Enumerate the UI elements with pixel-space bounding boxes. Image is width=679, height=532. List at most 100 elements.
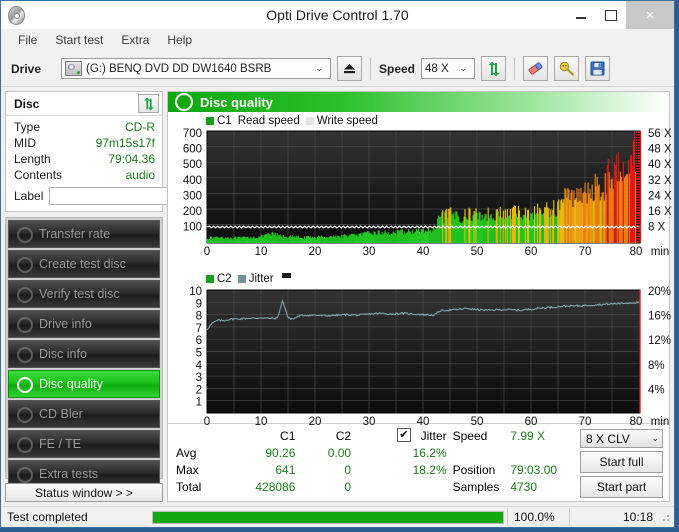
title-bar: Opti Drive Control 1.70 × xyxy=(1,1,674,29)
sidebar-item-create-test-disc[interactable]: Create test disc xyxy=(8,250,160,278)
svg-text:80: 80 xyxy=(630,246,643,258)
statistics-panel: Avg Max Total C1 90.26 641 428086 C2 0.0… xyxy=(168,423,669,501)
status-message: Test completed xyxy=(7,510,88,524)
erase-button[interactable] xyxy=(523,56,549,81)
sidebar-item-label: Verify test disc xyxy=(39,287,120,301)
legend-entry-jitter: Jitter xyxy=(237,273,274,285)
save-floppy-icon xyxy=(590,61,605,76)
speed-select[interactable]: 48 X ⌄ xyxy=(421,58,476,79)
refresh-button[interactable] xyxy=(481,56,507,81)
minimize-button[interactable] xyxy=(566,1,596,29)
close-button[interactable]: × xyxy=(626,1,674,29)
position-stat-label: Position xyxy=(452,463,496,477)
svg-text:40: 40 xyxy=(417,416,430,428)
svg-text:16 X: 16 X xyxy=(648,206,672,218)
save-button[interactable] xyxy=(585,56,611,81)
sidebar-item-label: Disc info xyxy=(39,347,87,361)
sidebar-item-disc-info[interactable]: Disc info xyxy=(8,340,160,368)
svg-text:600: 600 xyxy=(183,144,202,156)
sidebar-item-verify-test-disc[interactable]: Verify test disc xyxy=(8,280,160,308)
svg-text:60: 60 xyxy=(525,416,538,428)
chevron-down-icon: ⌄ xyxy=(315,63,323,73)
svg-text:min: min xyxy=(651,416,670,428)
sidebar-item-disc-quality[interactable]: Disc quality xyxy=(8,370,160,398)
svg-text:500: 500 xyxy=(183,159,202,171)
svg-text:300: 300 xyxy=(183,190,202,202)
sidebar-item-fe-te[interactable]: FE / TE xyxy=(8,430,160,458)
svg-text:56 X: 56 X xyxy=(648,128,672,140)
menu-item-help[interactable]: Help xyxy=(158,31,201,49)
disc-write-icon xyxy=(16,256,33,273)
stats-column-c2: C2 0.00 0 0 xyxy=(295,428,351,498)
start-full-button[interactable]: Start full xyxy=(580,451,663,473)
disc-icon xyxy=(16,406,33,423)
svg-text:min: min xyxy=(651,246,670,258)
jitter-marker-icon xyxy=(281,273,291,278)
eject-button[interactable] xyxy=(337,56,362,81)
stats-column-meta-labels: Speed Position Samples xyxy=(453,428,511,498)
main-body: Disc Type CD-R MID 97m15s17f Length 79:0… xyxy=(1,87,674,506)
svg-text:4%: 4% xyxy=(648,384,665,396)
plug-button[interactable] xyxy=(554,56,580,81)
svg-text:80: 80 xyxy=(630,416,643,428)
c2-chart-svg: 1098 765 432 1 20%16% 12%8% 4% 0 10 20 3… xyxy=(189,286,671,428)
stats-c1-total: 428086 xyxy=(255,480,296,494)
c2-y-axis-left: 1098 765 432 1 xyxy=(189,286,202,409)
disc-row-key: Length xyxy=(14,152,51,166)
status-bar: Test completed 100.0% 10:18 xyxy=(1,506,674,527)
stats-actions: 8 X CLV ⌄ Start full Start part xyxy=(580,428,663,498)
resize-grip-icon[interactable] xyxy=(659,511,671,523)
disc-icon xyxy=(16,466,33,483)
disc-refresh-button[interactable] xyxy=(138,94,159,113)
disc-row-key: Type xyxy=(14,120,41,134)
sidebar-item-label: Create test disc xyxy=(39,257,126,271)
page-title: Disc quality xyxy=(200,94,273,110)
drive-select[interactable]: (G:) BENQ DVD DD DW1640 BSRB ⌄ xyxy=(61,58,331,79)
svg-text:0: 0 xyxy=(204,246,210,258)
sidebar-item-drive-info[interactable]: Drive info xyxy=(8,310,160,338)
disc-row-mid: MID 97m15s17f xyxy=(14,135,155,151)
menu-item-extra[interactable]: Extra xyxy=(112,31,158,49)
disc-row-key: Contents xyxy=(14,168,63,182)
disc-row-contents: Contents audio xyxy=(14,167,155,183)
start-part-button[interactable]: Start part xyxy=(580,476,663,498)
svg-text:8%: 8% xyxy=(648,360,665,372)
menu-item-file[interactable]: File xyxy=(9,31,46,49)
legend-entry-read-speed: Read speed xyxy=(237,114,300,127)
app-disc-icon xyxy=(5,4,27,26)
c1-chart-svg: 700600 500400 300200 100 56 X48 X 40 X32… xyxy=(183,128,672,258)
drive-icon xyxy=(65,61,82,76)
test-nav-list: Transfer rate Create test disc Verify te… xyxy=(5,217,163,488)
disc-panel-title: Disc xyxy=(14,96,40,111)
svg-text:1: 1 xyxy=(196,397,202,409)
svg-text:40 X: 40 X xyxy=(648,159,672,171)
svg-text:9: 9 xyxy=(196,298,202,310)
svg-text:4: 4 xyxy=(196,360,203,372)
disc-check-icon xyxy=(16,286,33,303)
charts-area: C1 Read speed Write speed 700 600 500 400 … xyxy=(168,112,672,429)
stats-column-jitter: Jitter 16.2% 18.2% xyxy=(351,427,453,498)
svg-text:10: 10 xyxy=(189,286,202,298)
elapsed-time: 10:18 xyxy=(569,508,659,526)
c2-chart-legend: C2 Jitter xyxy=(170,272,667,285)
disc-panel-header: Disc xyxy=(6,92,162,116)
maximize-button[interactable] xyxy=(596,1,626,29)
disc-info-panel: Disc Type CD-R MID 97m15s17f Length 79:0… xyxy=(5,91,258,212)
samples-stat-label: Samples xyxy=(452,480,500,494)
stats-label-max: Max xyxy=(176,463,199,477)
stats-c2-max: 0 xyxy=(344,463,352,477)
svg-text:30: 30 xyxy=(363,416,376,428)
status-window-button[interactable]: Status window > > xyxy=(5,483,163,502)
legend-entry-c2: C2 xyxy=(206,273,232,285)
c2-x-axis: 0 10 20 30 40 50 60 70 80 min xyxy=(204,416,669,428)
disc-row-value: CD-R xyxy=(125,120,155,134)
left-panel: Disc Type CD-R MID 97m15s17f Length 79:0… xyxy=(5,91,258,502)
svg-text:40: 40 xyxy=(417,246,430,258)
drive-label: Drive xyxy=(11,61,42,76)
jitter-checkbox[interactable] xyxy=(397,427,412,444)
menu-item-start-test[interactable]: Start test xyxy=(46,31,112,49)
sidebar-item-label: Transfer rate xyxy=(39,227,111,241)
sidebar-item-transfer-rate[interactable]: Transfer rate xyxy=(8,220,160,248)
application-window: Opti Drive Control 1.70 × File Start tes… xyxy=(0,0,675,528)
sidebar-item-cd-bler[interactable]: CD Bler xyxy=(8,400,160,428)
